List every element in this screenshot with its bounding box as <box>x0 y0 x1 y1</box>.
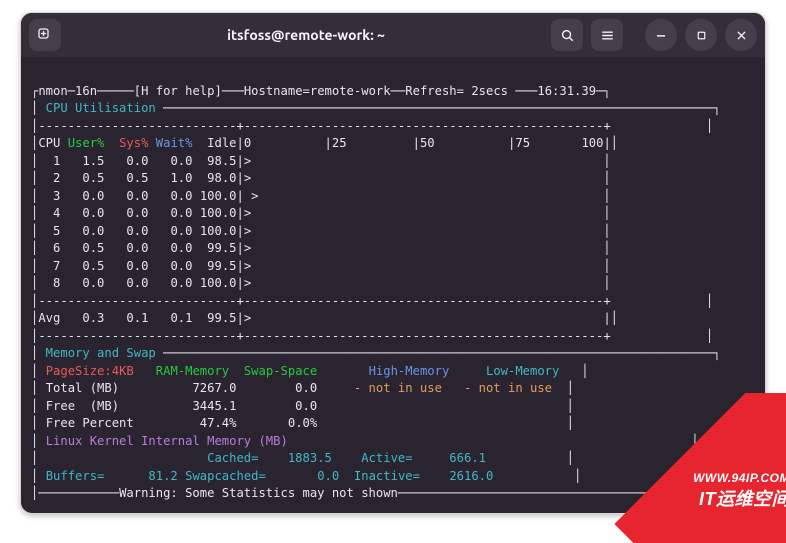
cpu-header: │CPU User% Sys% Wait% Idle|0 |25 |50 |75… <box>31 136 618 150</box>
mem-warn: │───────────Warning: Some Statistics may… <box>31 486 706 500</box>
mem-free: │ Free (MB) 3445.1 0.0 │ <box>31 399 574 413</box>
cpu-row-3: │ 3 0.0 0.0 0.0 100.0| > │ <box>31 189 611 203</box>
mem-buffers: │ Buffers= 81.2 Swapcached= 0.0 Inactive… <box>31 469 581 483</box>
mem-kernel: │ Linux Kernel Internal Memory (MB) │ <box>31 434 699 448</box>
mem-total: │ Total (MB) 7267.0 0.0 - not in use - n… <box>31 381 574 395</box>
mem-freepct: │ Free Percent 47.4% 0.0% │ <box>31 416 574 430</box>
titlebar-right <box>551 19 757 51</box>
terminal-window: itsfoss@remote-work: ~ <box>20 12 766 514</box>
cpu-row-7: │ 7 0.5 0.0 0.0 99.5|> │ <box>31 259 611 273</box>
search-button[interactable] <box>551 19 583 51</box>
terminal-output[interactable]: ┌nmon─16n─────[H for help]───Hostname=re… <box>21 57 765 514</box>
cpu-row-4: │ 4 0.0 0.0 0.0 100.0|> │ <box>31 206 611 220</box>
mem-box-top: │ Memory and Swap ──────────────────────… <box>31 346 721 360</box>
minimize-icon <box>654 28 668 42</box>
window-title: itsfoss@remote-work: ~ <box>69 27 543 43</box>
maximize-icon <box>695 29 708 42</box>
cpu-row-2: │ 2 0.5 0.5 1.0 98.0|> │ <box>31 171 611 185</box>
cpu-sep: │---------------------------+-----------… <box>31 119 713 133</box>
minimize-button[interactable] <box>645 19 677 51</box>
close-button[interactable] <box>725 19 757 51</box>
cpu-avg: │Avg 0.3 0.1 0.1 99.5|> |│ <box>31 311 618 325</box>
cpu-row-5: │ 5 0.0 0.0 0.0 100.0|> │ <box>31 224 611 238</box>
mem-header: │ PageSize:4KB RAM-Memory Swap-Space Hig… <box>31 364 589 378</box>
cpu-box-top: │ CPU Utilisation ──────────────────────… <box>31 101 721 115</box>
header-row: ┌nmon─16n─────[H for help]───Hostname=re… <box>31 84 611 98</box>
new-tab-button[interactable] <box>29 19 61 51</box>
cpu-row-6: │ 6 0.5 0.0 0.0 99.5|> │ <box>31 241 611 255</box>
cpu-row-1: │ 1 1.5 0.0 0.0 98.5|> │ <box>31 154 611 168</box>
titlebar: itsfoss@remote-work: ~ <box>21 13 765 57</box>
menu-button[interactable] <box>591 19 623 51</box>
new-tab-icon <box>37 27 53 43</box>
maximize-button[interactable] <box>685 19 717 51</box>
hamburger-icon <box>600 28 615 43</box>
mem-cached: │ Cached= 1883.5 Active= 666.1 │ <box>31 451 574 465</box>
cpu-sep3: │---------------------------+-----------… <box>31 329 713 343</box>
search-icon <box>560 28 575 43</box>
close-icon <box>735 29 748 42</box>
cpu-sep2: │---------------------------+-----------… <box>31 294 713 308</box>
cpu-row-8: │ 8 0.0 0.0 0.0 100.0|> │ <box>31 276 611 290</box>
